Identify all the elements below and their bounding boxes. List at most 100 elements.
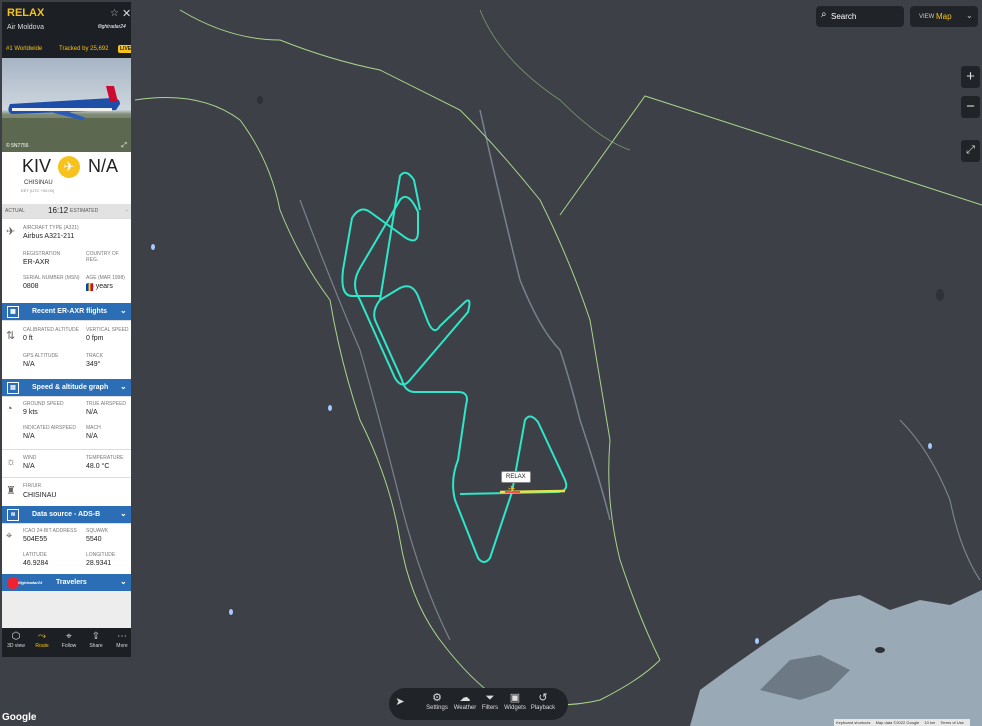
keyboard-shortcuts-link[interactable]: Keyboard shortcuts	[836, 720, 870, 725]
serial-label: SERIAL NUMBER (MSN)	[23, 275, 80, 281]
cube-icon: ⬡	[11, 631, 21, 642]
icao: 504E55	[23, 536, 48, 543]
squawk: 5540	[86, 536, 102, 543]
sun-icon: ☼	[6, 456, 17, 468]
3d-view-button[interactable]: ⬡ 3D view	[4, 631, 28, 649]
gps-alt: N/A	[23, 361, 35, 368]
cal-alt-label: CALIBRATED ALTITUDE	[23, 327, 79, 333]
brand-logo: flightradar24	[98, 24, 126, 30]
plane-icon: ✈	[58, 156, 80, 178]
route-button[interactable]: ⤳ Route	[30, 631, 54, 649]
estimated-value: -	[126, 208, 128, 214]
longitude: 28.9341	[86, 560, 112, 567]
aircraft-section: ✈ AIRCRAFT TYPE (A321) Airbus A321-211 R…	[2, 218, 131, 303]
aircraft-map-label[interactable]: RELAX	[501, 471, 531, 483]
view-key: VIEW	[919, 14, 935, 20]
temperature: 48.0 °C	[86, 463, 110, 470]
panel-header: RELAX Air Moldova flightradar24 ☆ ✕	[2, 2, 131, 42]
data-source-bar[interactable]: ≋ Data source - ADS-B ⌄	[2, 506, 131, 523]
history-icon: ↺	[538, 692, 548, 704]
route-section: KIV ✈ N/A CHISINAU EET (UTC +02:00)	[2, 152, 131, 204]
zoom-in-button[interactable]: +	[961, 66, 980, 88]
actual-time: 16:12	[48, 206, 69, 215]
view-selector[interactable]: VIEW Map ⌄	[910, 6, 978, 27]
lat-label: LATITUDE	[23, 552, 47, 558]
search-box[interactable]: ⌕ Search	[816, 6, 904, 27]
rank-text: #1 Worldwide	[6, 46, 43, 52]
wind: N/A	[23, 463, 35, 470]
bottom-toolbar: ➤ ⚙ Settings ☁ Weather ⏷ Filters ▣ Widgets ↺…	[389, 688, 568, 720]
flight-callsign: RELAX	[7, 7, 45, 19]
track-label: TRACK	[86, 353, 103, 359]
serial-number: 0808	[23, 283, 39, 290]
tas-label: TRUE AIRSPEED	[86, 401, 127, 407]
map-pin-icon[interactable]	[328, 405, 332, 411]
map-canvas[interactable]	[0, 0, 982, 726]
map-pin-icon[interactable]	[151, 244, 155, 250]
mach-label: MACH	[86, 425, 101, 431]
chevron-down-icon: ⌄	[120, 382, 127, 391]
map-data-credit: Map data ©2022 Google	[875, 720, 920, 725]
view-value: Map	[936, 12, 952, 21]
fir: CHISINAU	[23, 492, 57, 499]
registration[interactable]: ER-AXR	[23, 259, 49, 266]
icao-label: ICAO 24-BIT ADDRESS	[23, 528, 77, 534]
fullscreen-icon[interactable]: ⤢	[961, 140, 980, 162]
photo-credit: © 5N7756	[6, 143, 29, 149]
data-source-label: Data source - ADS-B	[32, 511, 101, 518]
tower-icon: ♜	[6, 485, 16, 497]
registration-label: REGISTRATION	[23, 251, 61, 257]
map-pin-icon[interactable]	[229, 609, 233, 615]
recent-flights-bar[interactable]: ▦ Recent ER-AXR flights ⌄	[2, 303, 131, 320]
speed-graph-bar[interactable]: ▤ Speed & altitude graph ⌄	[2, 379, 131, 396]
scale-label: 10 km	[924, 720, 936, 725]
route-icon: ⤳	[38, 631, 46, 642]
terms-link[interactable]: Terms of Use	[940, 720, 964, 725]
star-icon[interactable]: ☆	[110, 8, 119, 19]
map-pin-icon[interactable]	[755, 638, 759, 644]
vspeed-label: VERTICAL SPEED	[86, 327, 129, 333]
fir-section: ♜ FIR/UIR CHISINAU	[2, 477, 131, 506]
share-button[interactable]: ⇪ Share	[84, 631, 108, 649]
graph-icon: ▤	[7, 382, 19, 394]
playback-button[interactable]: ↺ Playback	[528, 691, 558, 711]
google-logo: Google	[2, 712, 37, 723]
expand-icon[interactable]: ⤢	[121, 142, 127, 150]
destination-code: N/A	[88, 156, 119, 176]
lon-label: LONGITUDE	[86, 552, 116, 558]
zoom-out-button[interactable]: −	[961, 96, 980, 118]
aircraft-photo[interactable]: © 5N7756 ⤢	[2, 58, 131, 152]
gspeed-label: GROUND SPEED	[23, 401, 64, 407]
fir-label: FIR/UIR	[23, 483, 42, 489]
calendar-icon: ▦	[7, 306, 19, 318]
aircraft-icon[interactable]: ✈	[508, 484, 516, 495]
search-label: Search	[831, 12, 857, 21]
origin-code[interactable]: KIV	[22, 156, 51, 177]
ias: N/A	[23, 433, 35, 440]
target-icon: ⌖	[66, 631, 72, 642]
antenna-icon: ≋	[7, 509, 19, 521]
adsb-section: ⌖ ICAO 24-BIT ADDRESS 504E55 SQUAWK 5540…	[2, 523, 131, 574]
widgets-button[interactable]: ▣ Widgets	[500, 691, 530, 711]
vspeed: 0 fpm	[86, 335, 104, 342]
aircraft-type-label: AIRCRAFT TYPE (A321)	[23, 225, 79, 231]
speed-section: ◔ GROUND SPEED 9 kts TRUE AIRSPEED N/A I…	[2, 396, 131, 449]
tas: N/A	[86, 409, 98, 416]
recent-flights-label: Recent ER-AXR flights	[32, 308, 108, 315]
travelers-bar[interactable]: flightradar24 Travelers ⌄	[2, 574, 131, 591]
map-pin-icon[interactable]	[928, 443, 932, 449]
chevron-down-icon: ⌄	[120, 306, 127, 315]
more-button[interactable]: ⋯ More	[110, 631, 134, 649]
squawk-label: SQUAWK	[86, 528, 109, 534]
ias-label: INDICATED AIRSPEED	[23, 425, 76, 431]
location-button[interactable]: ➤	[385, 695, 415, 709]
travelers-label: Travelers	[56, 579, 87, 586]
speed-graph-label: Speed & altitude graph	[32, 384, 109, 391]
settings-button[interactable]: ⚙ Settings	[422, 691, 452, 711]
country-label: COUNTRY OF REG.	[86, 251, 119, 263]
close-icon[interactable]: ✕	[122, 7, 131, 20]
cal-alt: 0 ft	[23, 335, 33, 342]
follow-button[interactable]: ⌖ Follow	[57, 631, 81, 649]
airline-name: Air Moldova	[7, 24, 44, 31]
track-value: 349°	[86, 361, 101, 368]
